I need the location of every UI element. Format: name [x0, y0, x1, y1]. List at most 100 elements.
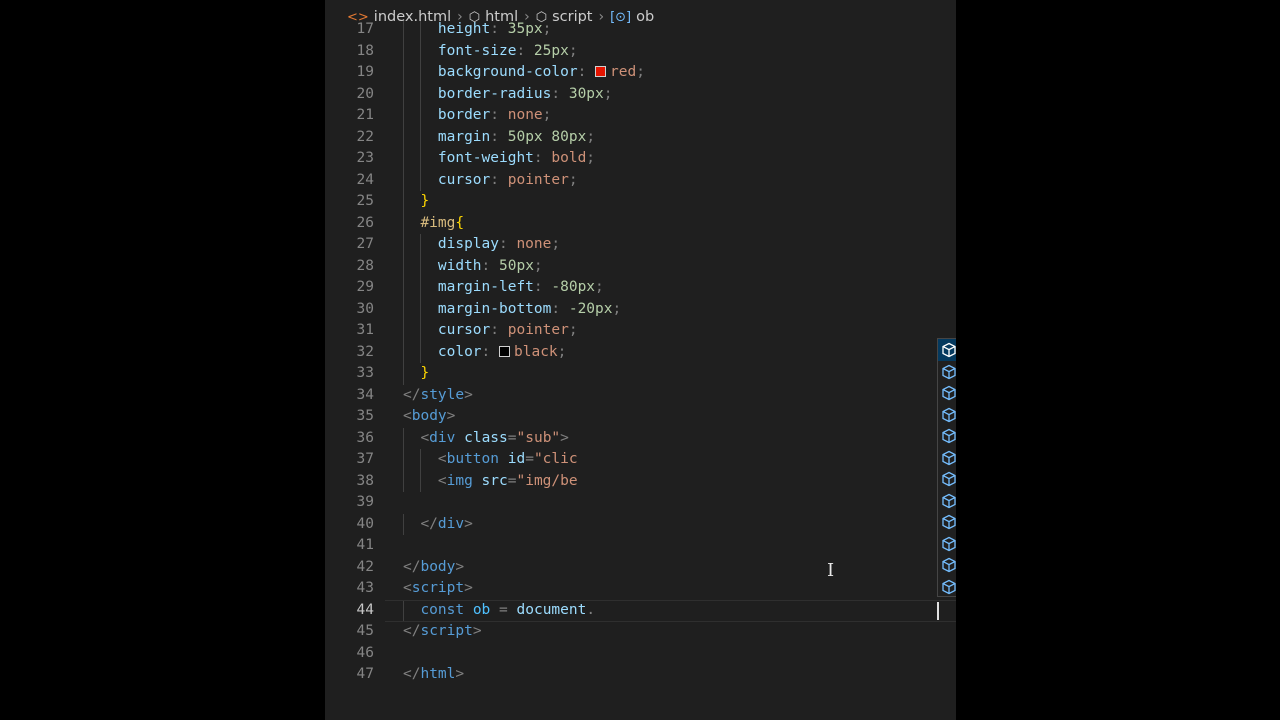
- indent-guide: [403, 320, 404, 342]
- code-line[interactable]: 39: [325, 492, 956, 514]
- code-line[interactable]: 29 margin-left: -80px;: [325, 277, 956, 299]
- line-number: 43: [356, 580, 374, 596]
- property-cube-icon: [941, 579, 956, 595]
- line-number: 35: [356, 408, 374, 424]
- code-token: class: [464, 429, 508, 446]
- code-line[interactable]: 41: [325, 535, 956, 557]
- suggestion-item[interactable]: DOCUMENT_POSITION_FOLLOWING: [938, 511, 956, 533]
- indent-guide: [420, 83, 422, 105]
- code-line[interactable]: 31 cursor: pointer;: [325, 320, 956, 342]
- breadcrumb-item-index-html[interactable]: <> index.html: [347, 9, 451, 25]
- breadcrumb-item-script[interactable]: ⬡ script: [536, 9, 593, 25]
- ibeam-pointer-icon: I: [827, 560, 835, 581]
- code-line[interactable]: 35 <body>: [325, 406, 956, 428]
- property-cube-icon: [941, 536, 956, 552]
- code-token: width: [437, 257, 482, 274]
- breadcrumb-item-ob[interactable]: [⊙] ob: [610, 9, 654, 25]
- code-token: cursor: [437, 322, 491, 338]
- code-area[interactable]: 17 height: 35px; 18 font-size: 25px; 19 backg…: [325, 19, 956, 686]
- code-line[interactable]: 19 background-color: red;: [325, 62, 956, 84]
- line-number: 20: [356, 85, 374, 102]
- suggestion-item[interactable]: DOCUMENT_POSITION_CONTAINS: [938, 468, 956, 490]
- code-text: <body>: [403, 406, 455, 428]
- code-line[interactable]: 32 color: black;: [325, 341, 956, 363]
- code-text: }: [420, 191, 429, 213]
- suggestion-item[interactable]: DOCUMENT_TYPE_NODE: [938, 576, 956, 597]
- breadcrumb-label: html: [485, 9, 519, 25]
- property-cube-icon: [941, 407, 956, 423]
- suggestion-item[interactable]: ATTRIBUTE_NODE(property) Node: [938, 339, 956, 361]
- chevron-right-icon: ›: [524, 9, 530, 25]
- line-number: 19: [356, 64, 374, 80]
- suggestion-item[interactable]: DOCUMENT_POSITION_PRECEDING: [938, 554, 956, 576]
- indent-guide: [403, 169, 404, 191]
- suggestion-item[interactable]: DOCUMENT_NODE: [938, 425, 956, 447]
- indent-guide: [420, 298, 422, 320]
- suggestion-item[interactable]: DOCUMENT_POSITION_DISCONNECTED: [938, 490, 956, 512]
- code-line[interactable]: 46: [325, 643, 956, 665]
- code-token: <: [403, 408, 412, 424]
- suggestion-item[interactable]: DOCUMENT_FRAGMENT_NODE: [938, 404, 956, 426]
- suggestion-item[interactable]: COMMENT_NODE: [938, 382, 956, 404]
- code-token: ;: [595, 279, 604, 295]
- code-token: none: [507, 107, 543, 123]
- indent-guide: [420, 470, 422, 492]
- property-cube-icon: [941, 557, 956, 573]
- code-line[interactable]: 45 </script>: [325, 621, 956, 643]
- code-line[interactable]: 44 const ob = document.: [325, 599, 956, 621]
- code-token: style: [420, 386, 465, 403]
- code-line[interactable]: 27 display: none;: [325, 234, 956, 256]
- code-token: ;: [542, 107, 552, 123]
- indent-guide: [403, 105, 404, 127]
- code-line[interactable]: 24 cursor: pointer;: [325, 169, 956, 191]
- indent-guide: [420, 169, 422, 191]
- code-line[interactable]: 43 <script>: [325, 578, 956, 600]
- code-token: :: [577, 64, 596, 80]
- line-number: 28: [356, 257, 374, 274]
- code-text: </html>: [403, 664, 464, 686]
- line-number: 22: [356, 128, 374, 145]
- code-line[interactable]: 34 </style>: [325, 385, 956, 407]
- code-line[interactable]: 33}: [325, 363, 956, 385]
- suggestion-item[interactable]: DOCUMENT_POSITION_CONTAINED_BY: [938, 447, 956, 469]
- autocomplete-suggestions[interactable]: ATTRIBUTE_NODE(property) NodeCDATA_SECTI…: [937, 338, 956, 597]
- property-cube-icon: [941, 385, 956, 401]
- color-swatch[interactable]: [499, 345, 510, 357]
- code-line[interactable]: 23 font-weight: bold;: [325, 148, 956, 170]
- indent-guide: [403, 62, 404, 84]
- code-line[interactable]: 37 <button id="clic: [325, 449, 956, 471]
- code-line[interactable]: 38 <img src="img/be: [325, 470, 956, 492]
- code-line[interactable]: 20 border-radius: 30px;: [325, 83, 956, 105]
- code-line[interactable]: 47 </html>: [325, 664, 956, 686]
- code-token: ;: [586, 128, 596, 145]
- code-line[interactable]: 22 margin: 50px 80px;: [325, 126, 956, 148]
- code-token: <: [403, 580, 412, 596]
- code-line[interactable]: 30 margin-bottom: -20px;: [325, 298, 956, 320]
- code-line[interactable]: 21 border: none;: [325, 105, 956, 127]
- breadcrumb-item-html[interactable]: ⬡ html: [469, 9, 518, 25]
- code-line[interactable]: 25}: [325, 191, 956, 213]
- line-number: 40: [356, 515, 374, 532]
- code-line[interactable]: 26 #img{: [325, 212, 956, 234]
- line-number: 18: [356, 42, 374, 59]
- indent-guide: [403, 427, 404, 449]
- indent-guide: [420, 62, 422, 84]
- code-line[interactable]: 36 <div class="sub">: [325, 427, 956, 449]
- suggestion-item[interactable]: CDATA_SECTION_NODE: [938, 361, 956, 383]
- code-token: border: [437, 107, 491, 123]
- code-token: </: [403, 623, 421, 639]
- color-swatch[interactable]: [595, 66, 607, 77]
- code-line[interactable]: 40 </div>: [325, 513, 956, 535]
- line-number: 21: [356, 107, 374, 123]
- code-token: font-weight: [437, 150, 534, 166]
- code-line[interactable]: 18 font-size: 25px;: [325, 40, 956, 62]
- code-token: </: [403, 558, 421, 575]
- suggestion-item[interactable]: DOCUMENT_POSITION_IMPLEMENTATION_SPEC: [938, 533, 956, 555]
- code-token: >: [446, 408, 456, 424]
- code-line[interactable]: 28 width: 50px;: [325, 255, 956, 277]
- code-line[interactable]: 42 </body>: [325, 557, 956, 579]
- code-editor[interactable]: 17 height: 35px; 18 font-size: 25px; 19 backg…: [325, 0, 956, 720]
